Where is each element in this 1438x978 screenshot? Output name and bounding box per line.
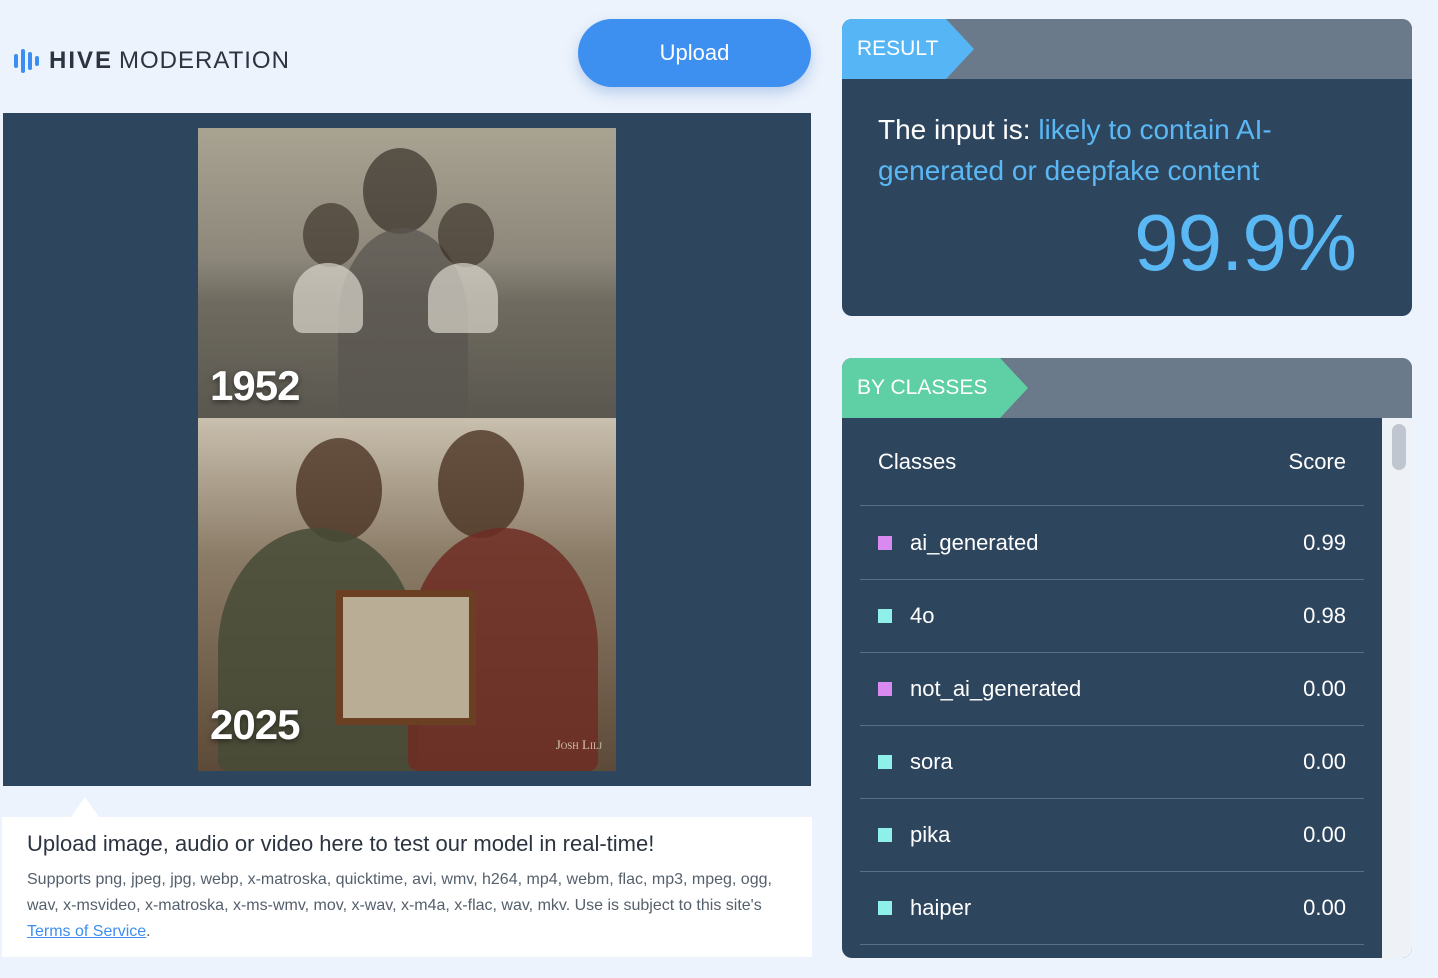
class-name: ai_generated — [910, 530, 1039, 555]
artist-signature: Josh Lilj — [555, 737, 602, 752]
class-name: sora — [910, 749, 953, 774]
class-name: not_ai_generated — [910, 676, 1082, 701]
table-row: ai_generated 0.99 — [860, 507, 1364, 580]
year-label-1952: 1952 — [210, 362, 300, 409]
classes-tag: BY CLASSES — [842, 358, 1028, 418]
col-score: Score — [1288, 448, 1346, 474]
upload-info-card: Upload image, audio or video here to tes… — [2, 817, 812, 957]
class-color-swatch — [878, 536, 892, 550]
classes-panel: BY CLASSES Classes Score ai_generated 0.9… — [842, 358, 1412, 958]
classes-header: BY CLASSES — [842, 358, 1412, 418]
table-row: sora 0.00 — [860, 726, 1364, 799]
upload-button[interactable]: Upload — [578, 19, 811, 87]
table-row: pika 0.00 — [860, 799, 1364, 872]
class-name: pika — [910, 822, 951, 847]
class-name: haiper — [910, 895, 972, 920]
year-label-2025: 2025 — [210, 701, 300, 748]
class-score: 0.00 — [1303, 749, 1346, 774]
uploaded-image: 1952 2025 Josh Lilj — [198, 128, 616, 771]
logo-text: HIVE MODERATION — [49, 47, 290, 74]
class-score: 0.00 — [1303, 822, 1346, 847]
class-score: 0.00 — [1303, 676, 1346, 701]
photo-frame — [336, 590, 476, 725]
table-header: Classes Score — [860, 418, 1364, 506]
hive-logo[interactable]: HIVE MODERATION — [14, 47, 290, 75]
classes-table[interactable]: Classes Score ai_generated 0.99 4o 0.98 not_… — [842, 418, 1382, 958]
result-header: RESULT — [842, 19, 1412, 79]
class-color-swatch — [878, 755, 892, 769]
result-verdict: The input is: likely to contain AI-gener… — [878, 114, 1272, 186]
table-row: haiper 0.00 — [860, 872, 1364, 945]
class-score: 0.99 — [1303, 530, 1346, 555]
scrollbar-thumb[interactable] — [1392, 424, 1406, 470]
class-score: 0.00 — [1303, 895, 1346, 920]
result-panel: RESULT The input is: likely to contain A… — [842, 19, 1412, 316]
class-score: 0.98 — [1303, 603, 1346, 628]
class-name: 4o — [910, 603, 935, 628]
class-color-swatch — [878, 609, 892, 623]
terms-link[interactable]: Terms of Service — [27, 923, 146, 940]
class-color-swatch — [878, 828, 892, 842]
result-tag: RESULT — [842, 19, 974, 79]
supported-formats: Supports png, jpeg, jpg, webp, x-matrosk… — [27, 871, 772, 940]
class-color-swatch — [878, 682, 892, 696]
result-percentage: 99.9% — [1134, 198, 1357, 287]
info-title: Upload image, audio or video here to tes… — [27, 831, 655, 856]
logo-bars-icon — [14, 49, 39, 73]
class-color-swatch — [878, 901, 892, 915]
col-classes: Classes — [878, 448, 957, 474]
scrollbar-track[interactable] — [1382, 418, 1412, 958]
info-pointer — [71, 797, 99, 817]
media-preview-panel: 1952 2025 Josh Lilj — [3, 113, 811, 786]
table-row: not_ai_generated 0.00 — [860, 653, 1364, 726]
table-row: 4o 0.98 — [860, 580, 1364, 653]
